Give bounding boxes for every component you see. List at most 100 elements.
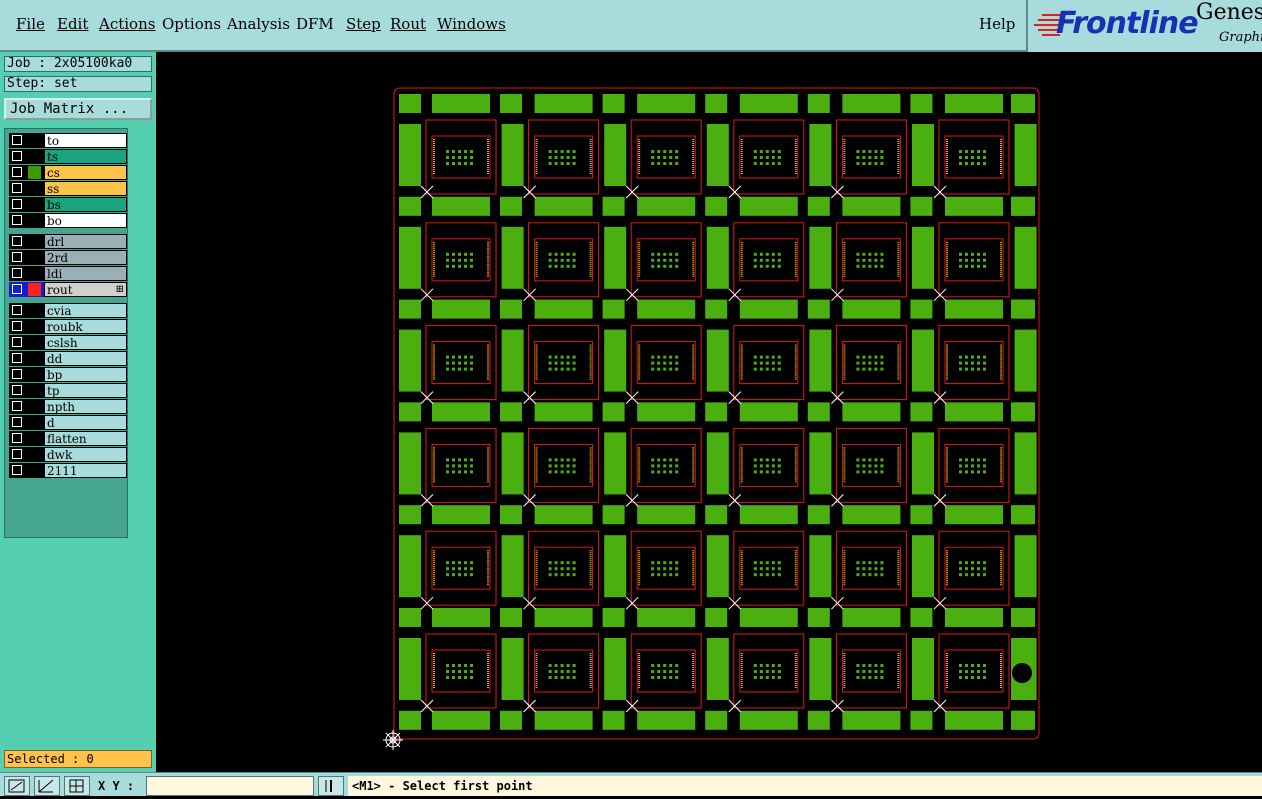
layer-checkbox[interactable] — [12, 337, 22, 347]
measure-icon[interactable] — [34, 776, 60, 796]
layer-row-bs[interactable]: bs — [9, 197, 127, 212]
job-matrix-button[interactable]: Job Matrix ... — [4, 98, 152, 120]
layer-row-cvia[interactable]: cvia — [9, 303, 127, 318]
menu-options[interactable]: Options — [162, 15, 221, 33]
layer-color-swatch[interactable] — [28, 352, 41, 365]
layer-row-2111[interactable]: 2111 — [9, 463, 127, 478]
layer-checkbox[interactable] — [12, 369, 22, 379]
layer-row-d[interactable]: d — [9, 415, 127, 430]
layer-name[interactable]: flatten — [44, 431, 127, 446]
layer-color-swatch[interactable] — [28, 416, 41, 429]
layer-color-swatch[interactable] — [28, 134, 41, 147]
layer-name[interactable]: rout ⊞ — [44, 282, 127, 297]
layer-name[interactable]: bo — [44, 213, 127, 228]
layer-row-ss[interactable]: ss — [9, 181, 127, 196]
layer-checkbox[interactable] — [12, 215, 22, 225]
layer-row-rout[interactable]: rout ⊞ — [9, 282, 127, 297]
layer-color-swatch[interactable] — [28, 336, 41, 349]
layer-name[interactable]: d — [44, 415, 127, 430]
layer-color-swatch[interactable] — [28, 320, 41, 333]
layer-row-drl[interactable]: drl — [9, 234, 127, 249]
layer-checkbox[interactable] — [12, 183, 22, 193]
layer-color-swatch[interactable] — [28, 198, 41, 211]
layer-row-to[interactable]: to — [9, 133, 127, 148]
layer-name[interactable]: cs — [44, 165, 127, 180]
layer-color-swatch[interactable] — [28, 150, 41, 163]
layer-color-swatch[interactable] — [28, 251, 41, 264]
layer-checkbox[interactable] — [12, 433, 22, 443]
zoom-box-icon[interactable] — [4, 776, 30, 796]
layer-name[interactable]: cslsh — [44, 335, 127, 350]
mouse-mode-icon[interactable] — [318, 776, 344, 796]
layer-name[interactable]: npth — [44, 399, 127, 414]
menu-file[interactable]: File — [16, 15, 45, 33]
layer-name[interactable]: tp — [44, 383, 127, 398]
layer-name[interactable]: ldi — [44, 266, 127, 281]
layer-color-swatch[interactable] — [28, 448, 41, 461]
menu-edit[interactable]: Edit — [57, 15, 88, 33]
layer-checkbox[interactable] — [12, 151, 22, 161]
layer-row-ts[interactable]: ts — [9, 149, 127, 164]
layer-row-tp[interactable]: tp — [9, 383, 127, 398]
layer-checkbox[interactable] — [12, 284, 22, 294]
menu-help[interactable]: Help — [979, 15, 1015, 33]
layer-name[interactable]: bp — [44, 367, 127, 382]
layer-checkbox[interactable] — [12, 465, 22, 475]
layer-color-swatch[interactable] — [28, 384, 41, 397]
layer-checkbox[interactable] — [12, 167, 22, 177]
layer-name[interactable]: bs — [44, 197, 127, 212]
layer-color-swatch[interactable] — [28, 368, 41, 381]
layer-checkbox[interactable] — [12, 385, 22, 395]
layer-row-dwk[interactable]: dwk — [9, 447, 127, 462]
menu-step[interactable]: Step — [346, 15, 381, 33]
layer-name[interactable]: 2rd — [44, 250, 127, 265]
layer-row-cslsh[interactable]: cslsh — [9, 335, 127, 350]
layer-checkbox[interactable] — [12, 353, 22, 363]
layer-name[interactable]: to — [44, 133, 127, 148]
layer-row-bp[interactable]: bp — [9, 367, 127, 382]
layer-checkbox[interactable] — [12, 199, 22, 209]
menu-actions[interactable]: Actions — [99, 15, 155, 33]
layer-checkbox[interactable] — [12, 321, 22, 331]
layer-row-ldi[interactable]: ldi — [9, 266, 127, 281]
layer-color-swatch[interactable] — [28, 304, 41, 317]
layer-name[interactable]: cvia — [44, 303, 127, 318]
layer-row-2rd[interactable]: 2rd — [9, 250, 127, 265]
layer-checkbox[interactable] — [12, 252, 22, 262]
menu-dfm[interactable]: DFM — [296, 15, 334, 33]
layer-color-swatch[interactable] — [28, 283, 41, 296]
layer-row-cs[interactable]: cs — [9, 165, 127, 180]
layer-checkbox[interactable] — [12, 449, 22, 459]
layer-color-swatch[interactable] — [28, 464, 41, 477]
layer-row-bo[interactable]: bo — [9, 213, 127, 228]
layer-color-swatch[interactable] — [28, 400, 41, 413]
layer-color-swatch[interactable] — [28, 182, 41, 195]
layer-color-swatch[interactable] — [28, 267, 41, 280]
layer-name[interactable]: roubk — [44, 319, 127, 334]
menu-windows[interactable]: Windows — [437, 15, 506, 33]
xy-coordinate-field[interactable] — [146, 776, 314, 796]
layer-name[interactable]: 2111 — [44, 463, 127, 478]
layer-row-dd[interactable]: dd — [9, 351, 127, 366]
snap-grid-icon[interactable] — [64, 776, 90, 796]
layer-checkbox[interactable] — [12, 236, 22, 246]
menu-rout[interactable]: Rout — [390, 15, 426, 33]
layer-color-swatch[interactable] — [28, 214, 41, 227]
layer-color-swatch[interactable] — [28, 166, 41, 179]
menu-analysis[interactable]: Analysis — [227, 15, 290, 33]
layer-row-flatten[interactable]: flatten — [9, 431, 127, 446]
layer-checkbox[interactable] — [12, 135, 22, 145]
layer-color-swatch[interactable] — [28, 235, 41, 248]
layer-name[interactable]: drl — [44, 234, 127, 249]
layer-checkbox[interactable] — [12, 305, 22, 315]
layer-checkbox[interactable] — [12, 417, 22, 427]
layer-row-npth[interactable]: npth — [9, 399, 127, 414]
layer-name[interactable]: dwk — [44, 447, 127, 462]
graphics-canvas[interactable] — [156, 52, 1262, 772]
layer-checkbox[interactable] — [12, 268, 22, 278]
layer-name[interactable]: ts — [44, 149, 127, 164]
layer-color-swatch[interactable] — [28, 432, 41, 445]
layer-checkbox[interactable] — [12, 401, 22, 411]
layer-row-roubk[interactable]: roubk — [9, 319, 127, 334]
layer-name[interactable]: dd — [44, 351, 127, 366]
